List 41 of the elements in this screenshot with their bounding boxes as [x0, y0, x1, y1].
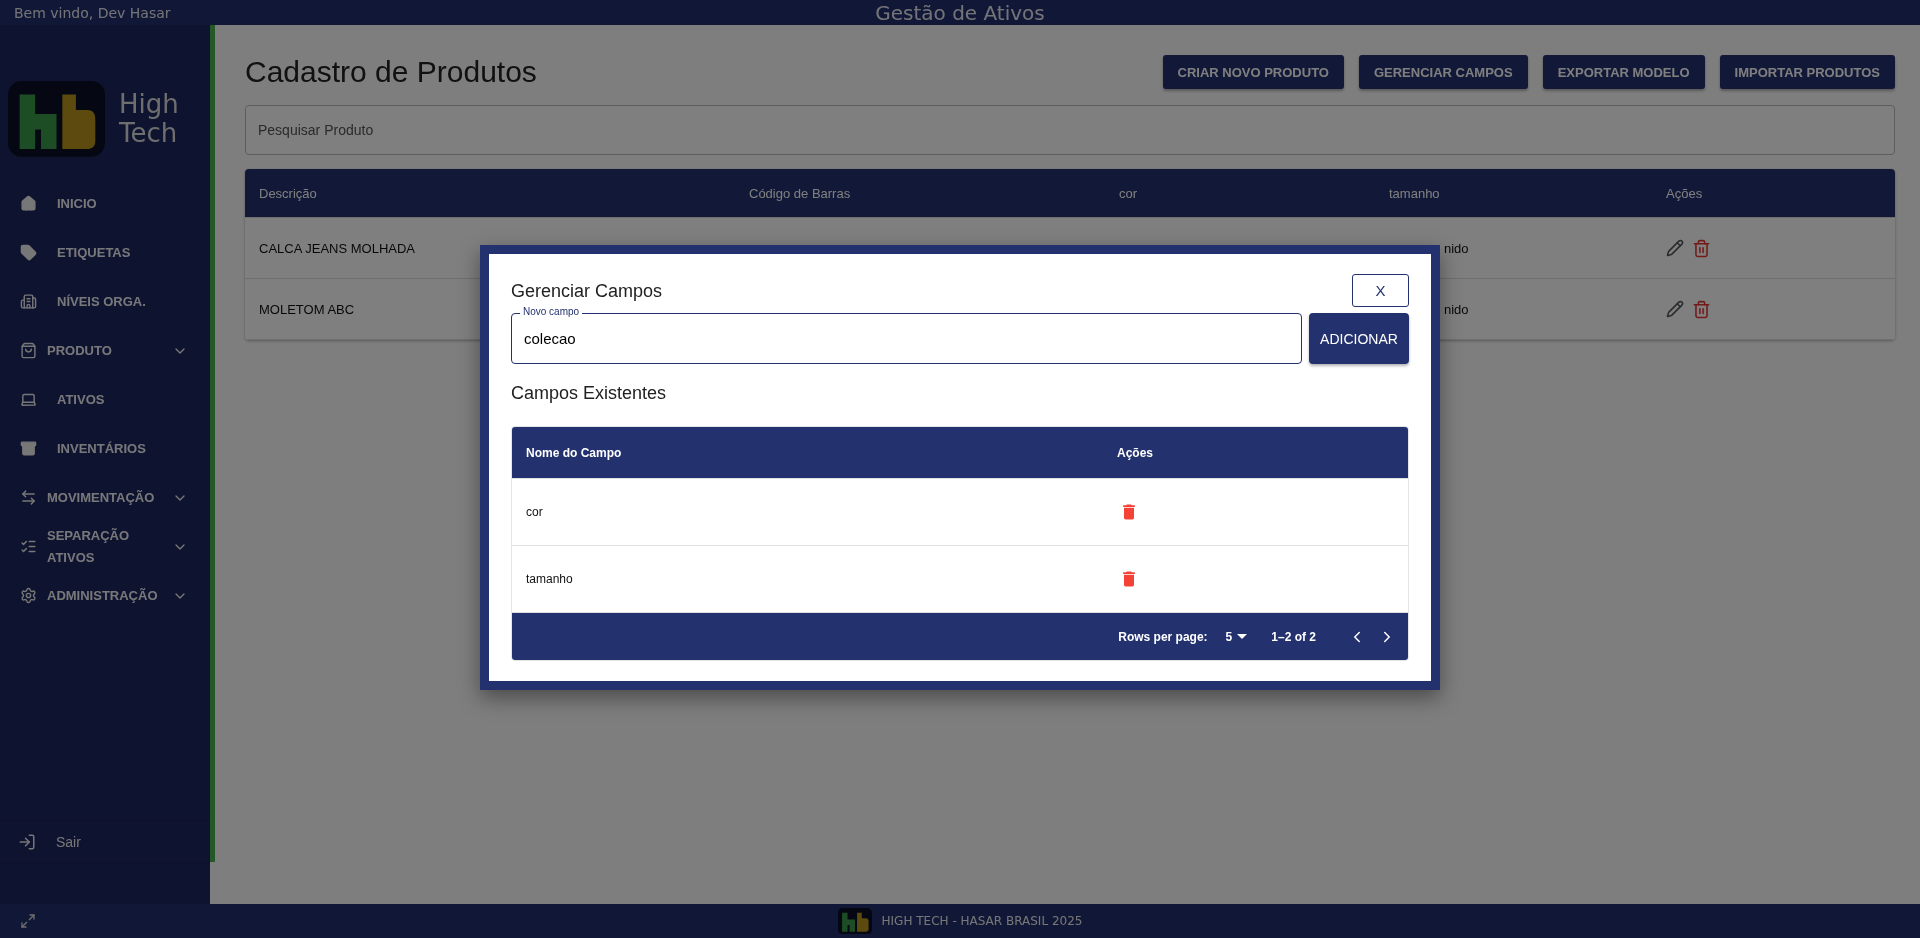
column-header: Código de Barras [748, 185, 851, 201]
nav-item[interactable]: ATIVOS [0, 375, 210, 424]
column-header: Descrição [258, 185, 317, 201]
page-title: Cadastro de Produtos [245, 55, 537, 89]
dialog-title: Gerenciar Campos [511, 281, 663, 302]
nav-item[interactable]: PRODUTO [0, 326, 210, 375]
add-button[interactable]: ADICIONAR [1309, 313, 1409, 364]
app-title: Gestão de Ativos [875, 0, 1045, 25]
nav-item[interactable]: INICIO [0, 179, 210, 228]
column-header: Ações [1665, 185, 1703, 201]
action-button[interactable]: EXPORTAR MODELO [1542, 55, 1705, 89]
close-button[interactable]: X [1352, 274, 1409, 307]
greeting: Bem vindo, Dev Hasar [13, 4, 171, 21]
table-cell-text: nido [1443, 301, 1469, 317]
table-cell-text: cor [525, 505, 543, 519]
nav-item[interactable]: ADMINISTRAÇÃO [0, 571, 210, 620]
action-button[interactable]: CRIAR NOVO PRODUTO [1162, 55, 1344, 89]
nav-item[interactable]: MOVIMENTAÇÃO [0, 473, 210, 522]
rows-per-page-select[interactable]: 5 [1225, 629, 1248, 644]
column-header: cor [1118, 185, 1138, 201]
table-cell-text: CALCA JEANS MOLHADA [258, 240, 416, 256]
table-cell-text: nido [1443, 240, 1469, 256]
column-header: Nome do Campo [525, 445, 622, 460]
column-header: tamanho [1388, 185, 1440, 201]
nav-item[interactable]: ETIQUETAS [0, 228, 210, 277]
action-button[interactable]: IMPORTAR PRODUTOS [1719, 55, 1895, 89]
nav-item[interactable]: INVENTÁRIOS [0, 424, 210, 473]
logo-text: High Tech [119, 90, 180, 148]
action-button[interactable]: GERENCIAR CAMPOS [1358, 55, 1528, 89]
footer-text: HIGH TECH - HASAR BRASIL 2025 [881, 914, 1083, 928]
nav-item[interactable]: NÍVEIS ORGA. [0, 277, 210, 326]
table-cell-text: MOLETOM ABC [258, 301, 355, 317]
section-title: Campos Existentes [511, 383, 668, 404]
table-cell-text: tamanho [525, 572, 573, 586]
column-header: Ações [1117, 445, 1154, 460]
nav-item[interactable]: SEPARAÇÃO ATIVOS [0, 522, 210, 571]
logout-item[interactable]: Sair [0, 820, 210, 864]
search-field[interactable]: Pesquisar Produto [245, 105, 1895, 155]
rows-per-page-label: Rows per page: [1118, 629, 1208, 644]
field-label: Novo campo [520, 306, 583, 318]
page-range: 1–2 of 2 [1271, 629, 1316, 644]
